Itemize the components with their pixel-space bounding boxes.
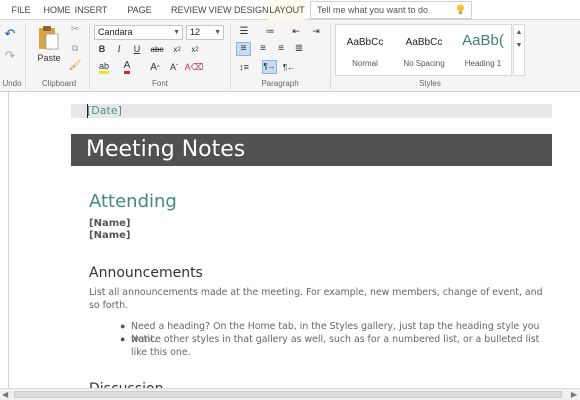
scroll-left-icon[interactable]: ◀	[2, 389, 8, 400]
ribbon-separator	[330, 23, 331, 89]
attendee-name-placeholder[interactable]: [Name]	[89, 230, 130, 242]
clear-formatting-icon[interactable]: A⌫	[185, 61, 204, 74]
discussion-heading-partial[interactable]: Discussion	[89, 380, 163, 388]
increase-indent-icon[interactable]: ⇥	[309, 25, 323, 38]
subscript-button[interactable]: x2	[170, 43, 184, 56]
text-cursor	[87, 104, 88, 118]
align-right-icon[interactable]: ≡	[274, 42, 288, 56]
redo-icon[interactable]: ↷	[3, 48, 17, 62]
style-heading-1[interactable]: AaBb( Heading 1	[454, 25, 512, 75]
tell-me-placeholder: Tell me what you want to do	[317, 5, 429, 15]
decrease-indent-icon[interactable]: ⇤	[289, 25, 303, 38]
font-color-icon[interactable]: A	[120, 61, 134, 74]
styles-gallery: AaBbCc Normal AaBbCc No Spacing AaBb( He…	[335, 24, 512, 76]
numbering-icon[interactable]: ≔	[262, 25, 278, 38]
bullet-dot-icon: ●	[120, 334, 126, 344]
font-group-label: Font	[151, 79, 168, 88]
document-title[interactable]: Meeting Notes	[86, 137, 245, 163]
styles-more-button[interactable]: ▲ ▼	[513, 24, 525, 76]
tell-me-search-box[interactable]: Tell me what you want to do	[310, 1, 472, 19]
tab-home[interactable]: HOME	[42, 0, 72, 20]
tab-view[interactable]: VIEW	[207, 0, 233, 20]
style-no-spacing[interactable]: AaBbCc No Spacing	[395, 25, 453, 75]
paragraph-group-label: Paragraph	[261, 79, 299, 88]
font-size-value: 12	[190, 27, 201, 37]
highlight-color-icon[interactable]: ab	[96, 61, 112, 74]
bullet-item[interactable]: Notice other styles in that gallery as w…	[131, 333, 557, 359]
ribbon-separator	[25, 23, 26, 89]
styles-group-label: Styles	[419, 79, 441, 88]
announcements-heading[interactable]: Announcements	[89, 264, 203, 282]
undo-group-label: Undo	[2, 79, 22, 88]
style-name: No Spacing	[403, 59, 445, 68]
bullet-dot-icon: ●	[120, 321, 126, 331]
italic-button[interactable]: I	[113, 43, 125, 56]
date-placeholder[interactable]: [Date]	[87, 104, 122, 118]
cut-icon[interactable]: ✂	[69, 24, 81, 36]
bold-button[interactable]: B	[96, 43, 108, 56]
grow-font-icon[interactable]: A ^	[148, 61, 162, 74]
chevron-down-icon: ▼	[214, 29, 221, 36]
tab-layout[interactable]: LAYOUT	[269, 0, 305, 20]
copy-icon[interactable]: ⧉	[69, 42, 81, 54]
ribbon-separator	[230, 23, 231, 89]
justify-icon[interactable]: ≣	[292, 42, 306, 56]
tab-file[interactable]: FILE	[4, 0, 38, 20]
font-size-select[interactable]: 12 ▼	[186, 25, 224, 40]
clipboard-group-label: Clipboard	[41, 79, 77, 88]
shrink-font-icon[interactable]: Aˇ	[167, 61, 181, 74]
chevron-down-icon: ▼	[515, 42, 523, 49]
undo-icon[interactable]: ↶	[3, 26, 17, 40]
attending-heading[interactable]: Attending	[89, 191, 177, 213]
style-sample: AaBb(	[462, 32, 504, 49]
strikethrough-button[interactable]: abc	[150, 43, 164, 56]
margin-guide-line	[8, 92, 9, 388]
align-center-icon[interactable]: ≡	[256, 42, 270, 56]
ribbon-separator	[89, 23, 90, 89]
bullets-icon[interactable]: ☰	[236, 25, 252, 38]
announcements-paragraph[interactable]: List all announcements made at the meeti…	[89, 286, 549, 312]
tab-insert[interactable]: INSERT	[74, 0, 108, 20]
tab-design[interactable]: DESIGN	[234, 0, 269, 20]
style-name: Normal	[352, 59, 378, 68]
attendee-name-placeholder[interactable]: [Name]	[89, 218, 130, 230]
superscript-button[interactable]: x2	[188, 43, 202, 56]
scrollbar-thumb[interactable]	[14, 391, 562, 398]
style-name: Heading 1	[464, 59, 502, 68]
line-spacing-icon[interactable]: ↕≡	[236, 61, 252, 74]
ribbon-tab-bar: FILE HOME INSERT PAGE LAYOUT REVIEW VIEW…	[0, 0, 580, 35]
date-field-background	[71, 104, 552, 118]
paste-clipboard-icon[interactable]	[37, 25, 59, 51]
chevron-up-icon: ▲	[515, 29, 523, 36]
align-left-icon[interactable]: ≡	[236, 42, 251, 56]
chevron-down-icon: ▼	[173, 29, 180, 36]
lightbulb-icon	[457, 4, 464, 14]
style-normal[interactable]: AaBbCc Normal	[336, 25, 394, 75]
ltr-direction-icon[interactable]: ¶→	[262, 60, 277, 74]
font-family-value: Candara	[98, 27, 133, 37]
format-painter-icon[interactable]: 🖌	[69, 60, 82, 72]
underline-button[interactable]: U	[131, 43, 143, 56]
font-family-select[interactable]: Candara ▼	[94, 25, 183, 40]
scroll-right-icon[interactable]: ▶	[571, 389, 577, 400]
ribbon: ↶ ↷ Undo Paste ✂ ⧉ 🖌 Clipboard Candara ▼…	[0, 20, 580, 92]
style-sample: AaBbCc	[346, 37, 384, 48]
paste-button[interactable]: Paste	[33, 52, 65, 64]
style-sample: AaBbCc	[405, 37, 443, 48]
rtl-direction-icon[interactable]: ¶←	[282, 61, 296, 74]
horizontal-scrollbar[interactable]: ◀ ▶	[0, 388, 580, 400]
tab-page-layout[interactable]: PAGE LAYOUT	[110, 0, 169, 35]
tab-review[interactable]: REVIEW	[171, 0, 207, 20]
